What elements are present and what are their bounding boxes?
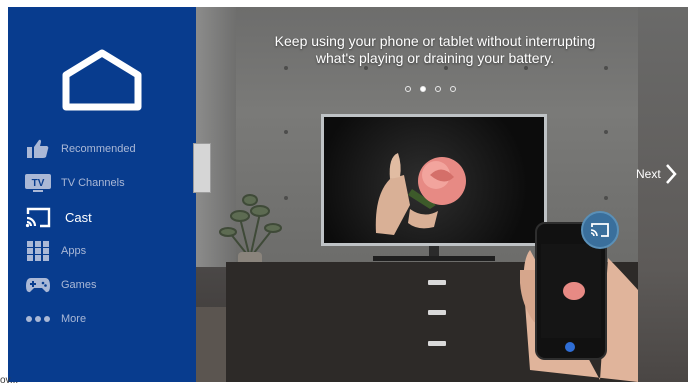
page-dot-active[interactable] xyxy=(420,86,426,92)
tv-display xyxy=(321,114,547,246)
next-label: Next xyxy=(636,167,661,181)
onboarding-caption: Keep using your phone or tablet without … xyxy=(240,33,630,67)
home-logo-icon xyxy=(62,49,142,111)
drawer-handle xyxy=(428,341,446,346)
sidebar-item-label: TV Channels xyxy=(61,177,125,189)
sidebar-item-recommended[interactable]: Recommended xyxy=(25,138,136,160)
sidebar-item-label: Cast xyxy=(65,209,92,225)
page-indicator xyxy=(405,86,456,92)
sidebar-item-tv-channels[interactable]: TV TV Channels xyxy=(25,172,125,194)
cast-icon xyxy=(590,223,609,237)
cast-button[interactable] xyxy=(581,211,619,249)
sidebar-item-label: More xyxy=(61,313,87,325)
page-dot[interactable] xyxy=(435,86,441,92)
apps-grid-icon xyxy=(25,240,51,262)
tv-badge: TV xyxy=(32,178,45,189)
sidebar-item-apps[interactable]: Apps xyxy=(25,240,86,262)
sidebar-item-label: Apps xyxy=(61,245,87,257)
more-dots-icon xyxy=(25,308,51,330)
drawer-handle xyxy=(428,280,446,285)
tv-stand xyxy=(373,246,495,261)
sidebar-item-label: Games xyxy=(61,279,97,291)
sidebar-item-label: Recommended xyxy=(61,143,136,155)
tv-icon: TV xyxy=(25,172,51,194)
cast-icon xyxy=(25,206,51,228)
caption-line: Keep using your phone or tablet without … xyxy=(274,33,596,49)
page-dot[interactable] xyxy=(405,86,411,92)
sidebar-item-games[interactable]: Games xyxy=(25,274,96,296)
rose-in-hand-image xyxy=(375,153,466,235)
drawer-handle xyxy=(428,310,446,315)
thumbs-up-icon xyxy=(25,138,51,160)
right-wall xyxy=(638,7,688,382)
sidebar-item-cast[interactable]: Cast xyxy=(25,206,92,228)
plant-decoration xyxy=(219,194,282,268)
page-dot[interactable] xyxy=(450,86,456,92)
phone-play-icon xyxy=(565,342,575,352)
sidebar-item-more[interactable]: More xyxy=(25,308,86,330)
cast-onboarding-screen: Recommended TV TV Channels Cast Apps Gam… xyxy=(0,0,688,389)
wall-switch xyxy=(193,143,211,193)
next-button[interactable]: Next xyxy=(636,163,677,185)
gamepad-icon xyxy=(25,274,51,296)
caption-line: what's playing or draining your battery. xyxy=(315,50,555,66)
sidebar: Recommended TV TV Channels Cast Apps Gam… xyxy=(8,7,196,382)
chevron-right-icon xyxy=(665,164,677,184)
footer-text: ov... xyxy=(0,375,19,386)
